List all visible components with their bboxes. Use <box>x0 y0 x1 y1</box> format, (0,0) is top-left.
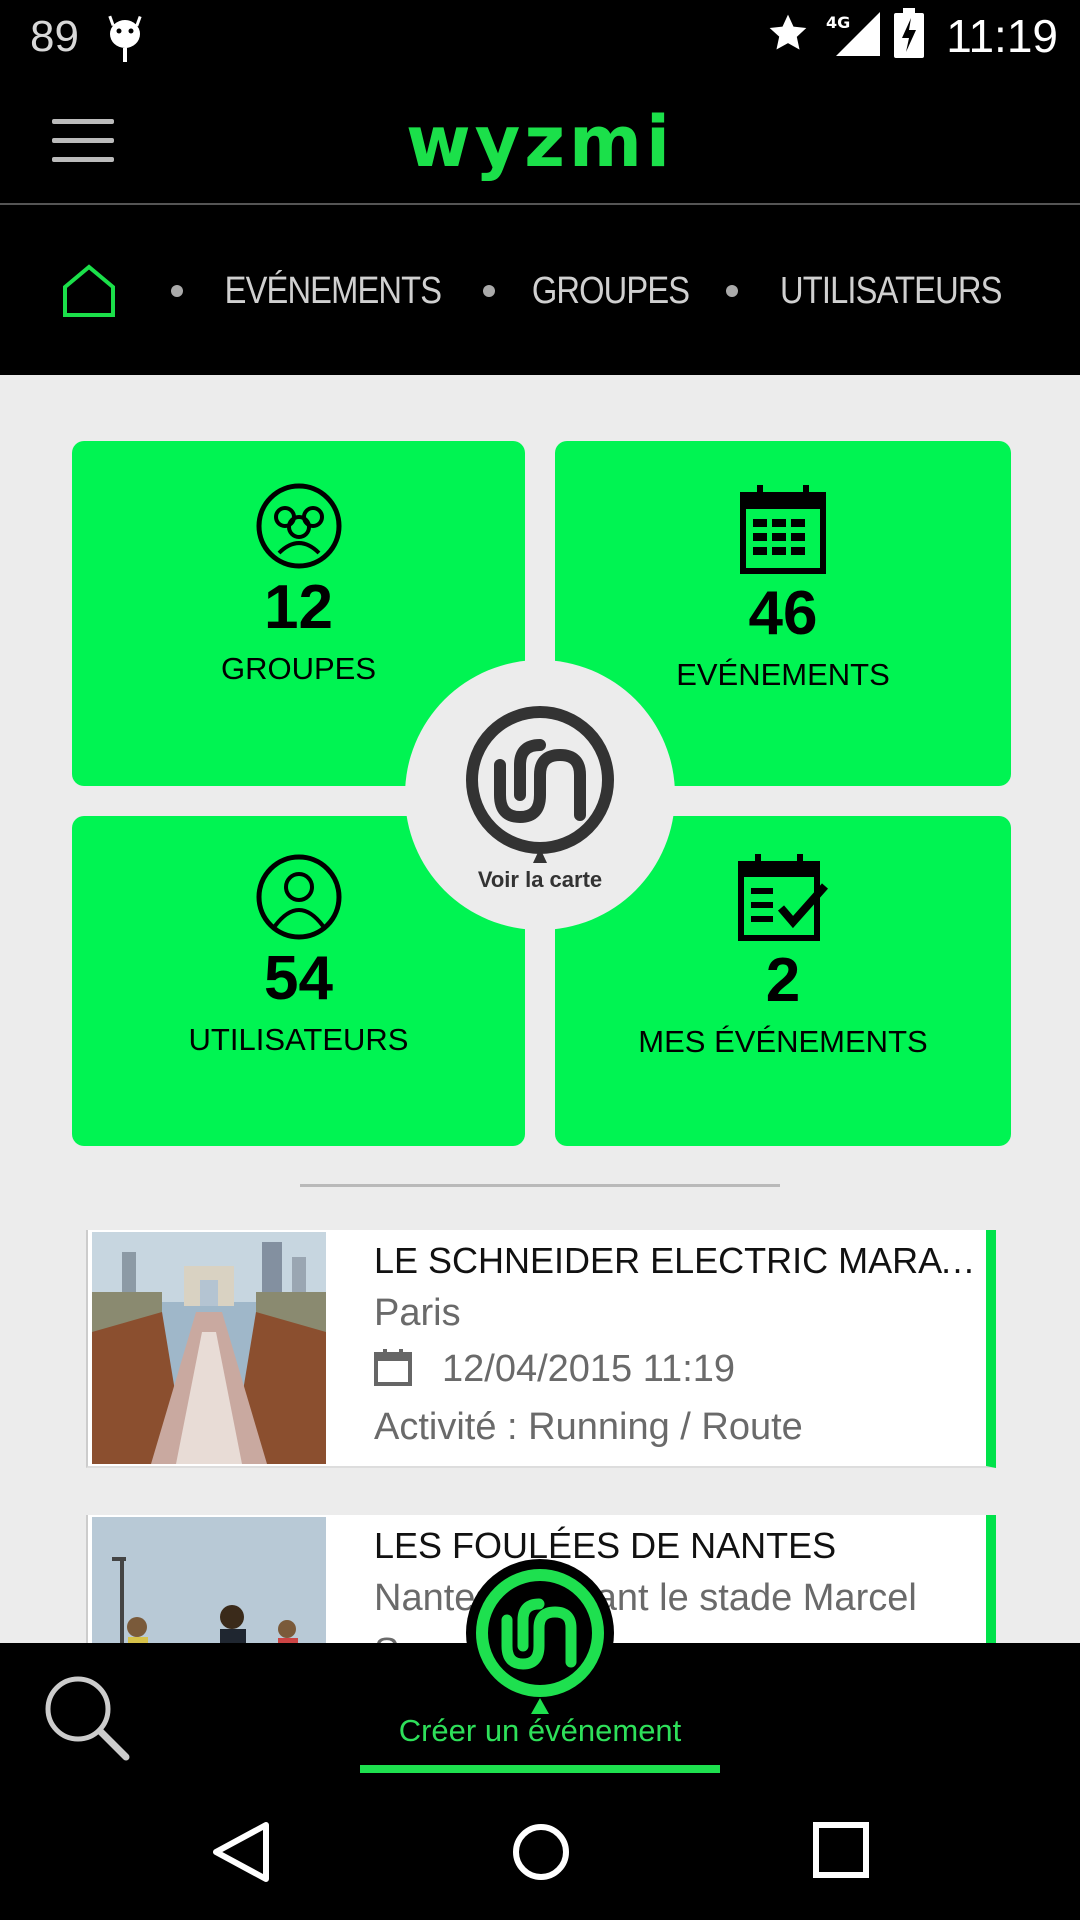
top-nav: EVÉNEMENTS GROUPES UTILISATEURS <box>0 207 1080 375</box>
nav-groups[interactable]: GROUPES <box>531 270 689 313</box>
nav-users[interactable]: UTILISATEURS <box>780 270 1002 313</box>
calendar-small-icon <box>374 1348 412 1391</box>
users-count: 54 <box>264 944 333 1013</box>
back-icon[interactable] <box>210 1821 272 1883</box>
groups-count: 12 <box>264 573 333 642</box>
section-divider <box>300 1184 780 1187</box>
nav-separator <box>170 285 183 297</box>
events-count: 46 <box>748 579 818 648</box>
nav-separator <box>725 285 738 297</box>
event-title: LE SCHNEIDER ELECTRIC MARATHON DE PARIS <box>374 1240 984 1281</box>
calendar-icon <box>740 485 826 574</box>
my-events-count: 2 <box>765 946 801 1015</box>
system-nav-bar <box>0 1783 1080 1920</box>
app-logo: wyzmi <box>406 101 674 183</box>
create-event-button[interactable]: Créer un événement <box>0 1713 1080 1749</box>
home-circle-icon[interactable] <box>510 1821 572 1883</box>
status-bar: 89 4G 11:19 <box>0 0 1080 75</box>
event-thumbnail <box>92 1517 326 1645</box>
event-date: 12/04/2015 11:19 <box>442 1348 736 1390</box>
bottom-action-bar: Créer un événement <box>0 1559 1080 1783</box>
recents-icon[interactable] <box>812 1821 870 1879</box>
svg-text:4G: 4G <box>826 13 850 32</box>
signal-icon: 4G <box>824 10 881 61</box>
groups-label: GROUPES <box>220 651 377 686</box>
event-thumbnail <box>92 1232 326 1464</box>
event-activity: Activité : Running / Route <box>374 1406 803 1448</box>
event-card[interactable]: LE SCHNEIDER ELECTRIC MARATHON DE PARIS … <box>86 1230 996 1468</box>
wyzmi-pin-icon <box>466 706 614 863</box>
app-bar: wyzmi <box>0 75 1080 205</box>
view-map-label: Voir la carte <box>477 867 603 892</box>
home-icon[interactable] <box>61 263 117 319</box>
dashboard-content: 12 GROUPES 46 EVÉNEMENTS 54 UTILISATEURS <box>0 375 1080 1645</box>
my-events-label: MES ÉVÉNEMENTS <box>638 1024 928 1059</box>
battery-charging-icon <box>894 8 925 63</box>
status-time: 11:19 <box>946 9 1058 62</box>
android-debug-icon <box>105 14 145 69</box>
nav-separator <box>482 285 495 297</box>
user-icon <box>256 854 341 940</box>
nav-events[interactable]: EVÉNEMENTS <box>224 270 441 313</box>
calendar-check-icon <box>738 854 828 941</box>
events-label: EVÉNEMENTS <box>676 657 890 692</box>
create-event-icon[interactable] <box>465 1558 615 1728</box>
create-event-underline <box>360 1765 720 1773</box>
status-notification-count: 89 <box>30 12 79 61</box>
groups-icon <box>256 483 341 569</box>
event-location: Paris <box>374 1292 461 1334</box>
users-label: UTILISATEURS <box>188 1022 409 1057</box>
view-map-button[interactable]: Voir la carte <box>405 660 675 930</box>
star-icon <box>766 11 810 60</box>
